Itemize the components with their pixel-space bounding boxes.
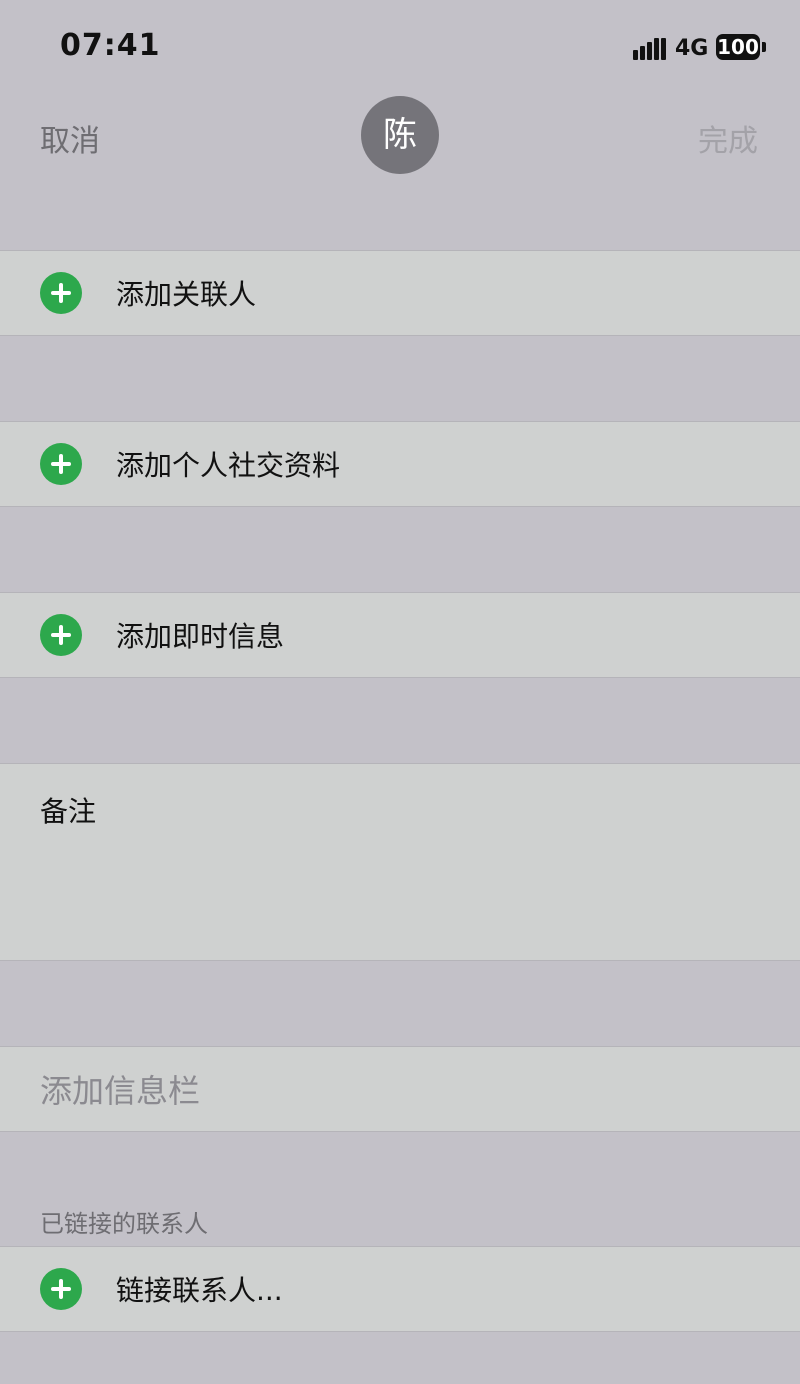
- add-instant-message-label: 添加即时信息: [116, 620, 285, 653]
- notes-field[interactable]: 备注: [0, 763, 800, 961]
- plus-circle-icon[interactable]: [40, 272, 82, 314]
- avatar-initial: 陈: [383, 115, 417, 155]
- linked-contacts-header: 已链接的联系人: [40, 1210, 208, 1238]
- status-time: 07:41: [60, 28, 161, 63]
- link-contact-label: 链接联系人...: [116, 1274, 283, 1307]
- battery-level: 100: [717, 35, 759, 59]
- status-bar: 07:41 4G 100: [0, 0, 800, 96]
- add-field-label: 添加信息栏: [40, 1072, 201, 1110]
- notes-label: 备注: [40, 795, 97, 828]
- avatar[interactable]: 陈: [361, 96, 439, 174]
- add-field-row[interactable]: 添加信息栏: [0, 1046, 800, 1132]
- cellular-signal-icon: [633, 38, 666, 60]
- plus-circle-icon[interactable]: [40, 443, 82, 485]
- plus-circle-icon[interactable]: [40, 1268, 82, 1310]
- add-social-profile-row[interactable]: 添加个人社交资料: [0, 421, 800, 507]
- done-button[interactable]: 完成: [698, 116, 758, 160]
- battery-icon: 100: [716, 34, 760, 60]
- network-type: 4G: [675, 36, 709, 61]
- battery-tip-icon: [762, 42, 766, 52]
- plus-circle-icon[interactable]: [40, 614, 82, 656]
- cancel-button[interactable]: 取消: [40, 116, 100, 160]
- add-social-profile-label: 添加个人社交资料: [116, 449, 341, 482]
- add-related-row[interactable]: 添加关联人: [0, 250, 800, 336]
- link-contact-row[interactable]: 链接联系人...: [0, 1246, 800, 1332]
- add-related-label: 添加关联人: [116, 278, 257, 311]
- add-instant-message-row[interactable]: 添加即时信息: [0, 592, 800, 678]
